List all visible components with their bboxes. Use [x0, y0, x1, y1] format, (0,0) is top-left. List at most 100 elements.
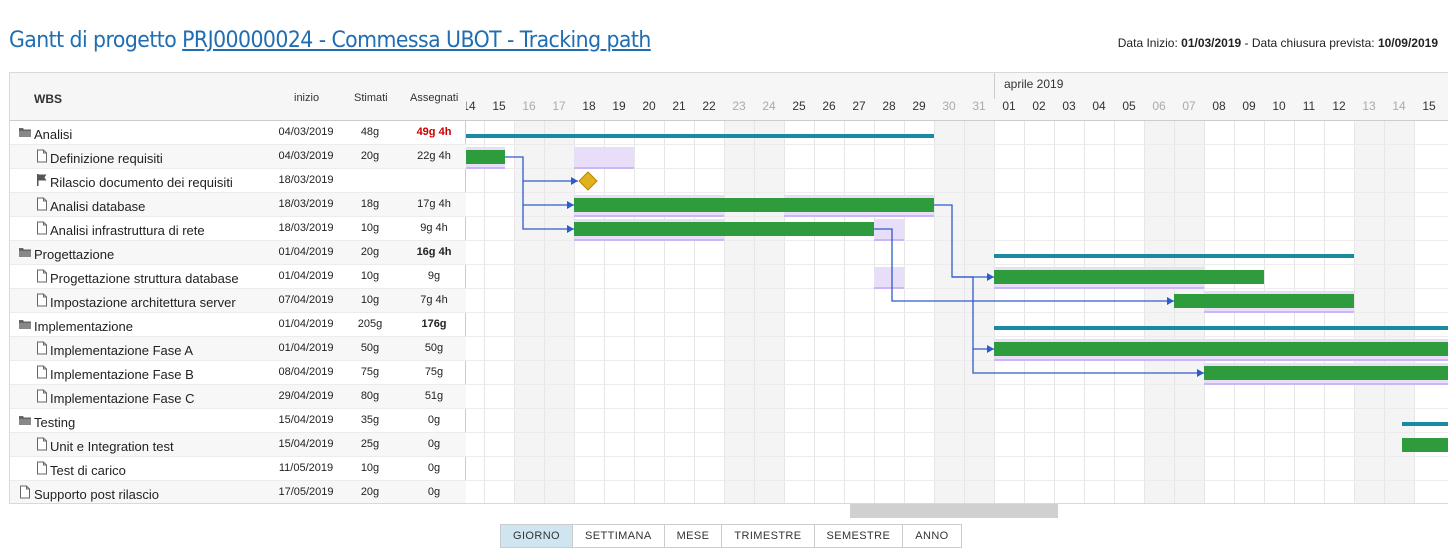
folder-icon: [19, 416, 31, 425]
project-dates: Data Inizio: 01/03/2019 - Data chiusura …: [1118, 36, 1438, 50]
task-assigned: 16g 4h: [416, 246, 452, 258]
task-row[interactable]: Implementazione Fase B 08/04/2019 75g 75g: [10, 361, 466, 385]
task-bar: [1174, 294, 1354, 308]
start-date-label: Data Inizio:: [1117, 36, 1182, 50]
summary-bar: [994, 254, 1354, 258]
task-grid-header: WBS inizio Stimati Assegnati: [10, 73, 466, 121]
task-assigned: 0g: [427, 486, 441, 498]
project-link[interactable]: PRJ00000024 - Commessa UBOT - Tracking p…: [182, 28, 651, 53]
task-bar: [1204, 366, 1448, 380]
zoom-anno[interactable]: ANNO: [903, 525, 961, 547]
task-name: Analisi database: [50, 199, 146, 214]
task-row[interactable]: Implementazione Fase A 01/04/2019 50g 50g: [10, 337, 466, 361]
col-start[interactable]: inizio: [294, 92, 319, 104]
task-name: Analisi: [34, 127, 73, 142]
planned-baseline: [1144, 359, 1174, 361]
task-name: Progettazione struttura database: [50, 271, 239, 286]
task-estimated: 18g: [360, 198, 380, 210]
gantt-page: Gantt di progetto PRJ00000024 - Commessa…: [0, 0, 1448, 549]
planned-baseline: [574, 167, 634, 169]
task-assigned: 51g: [424, 390, 444, 402]
task-row[interactable]: Impostazione architettura server 07/04/20…: [10, 289, 466, 313]
dependency-arrowhead: [571, 177, 578, 185]
task-start: 07/04/2019: [278, 294, 334, 306]
task-name: Testing: [34, 415, 76, 430]
task-estimated: 20g: [360, 486, 380, 498]
task-start: 04/03/2019: [278, 126, 334, 138]
summary-bar: [1402, 422, 1448, 426]
document-icon: [37, 197, 47, 211]
dependency-arrowhead: [567, 225, 574, 233]
gantt-bars: [466, 134, 1448, 452]
task-name: Impostazione architettura server: [50, 295, 236, 310]
zoom-semestre[interactable]: SEMESTRE: [814, 525, 904, 547]
dependency-arrowhead: [1167, 297, 1174, 305]
task-start: 15/04/2019: [278, 438, 334, 450]
task-name: Rilascio documento dei requisiti: [50, 175, 233, 190]
task-estimated: 80g: [360, 390, 380, 402]
task-assigned: 50g: [424, 342, 444, 354]
task-row[interactable]: Implementazione 01/04/2019 205g 176g: [10, 313, 466, 337]
summary-bar: [994, 326, 1448, 330]
task-row[interactable]: Analisi database 18/03/2019 18g 17g 4h: [10, 193, 466, 217]
dependency-link: [874, 228, 1174, 302]
task-assigned: 176g: [421, 318, 447, 330]
document-icon: [37, 389, 47, 403]
task-row[interactable]: Testing 15/04/2019 35g 0g: [10, 409, 466, 433]
col-wbs[interactable]: WBS: [34, 92, 62, 106]
folder-icon: [19, 128, 31, 137]
task-assigned: 9g 4h: [420, 222, 448, 234]
task-row[interactable]: Progettazione struttura database 01/04/20…: [10, 265, 466, 289]
task-row[interactable]: Analisi 04/03/2019 48g 49g 4h: [10, 121, 466, 145]
zoom-settimana[interactable]: SETTIMANA: [573, 525, 665, 547]
dependency-link: [952, 276, 994, 350]
dependency-link: [934, 204, 994, 278]
planned-baseline: [466, 167, 505, 169]
zoom-trimestre[interactable]: TRIMESTRE: [722, 525, 815, 547]
planned-block: [874, 267, 904, 287]
timeline: aprile 2019 1415161718192021222324252627…: [466, 73, 1448, 503]
task-row[interactable]: Supporto post rilascio 17/05/2019 20g 0g: [10, 481, 466, 503]
col-assigned[interactable]: Assegnati: [410, 92, 458, 104]
start-date-value: 01/03/2019: [1181, 36, 1242, 50]
task-row[interactable]: Analisi infrastruttura di rete 18/03/2019…: [10, 217, 466, 241]
dependency-link: [505, 156, 578, 182]
task-start: 04/03/2019: [278, 150, 334, 162]
planned-baseline: [1354, 383, 1444, 385]
task-start: 01/04/2019: [278, 246, 334, 258]
document-icon: [37, 149, 47, 163]
task-row[interactable]: Progettazione 01/04/2019 20g 16g 4h: [10, 241, 466, 265]
task-row[interactable]: Unit e Integration test 15/04/2019 25g 0g: [10, 433, 466, 457]
zoom-mese[interactable]: MESE: [664, 525, 723, 547]
task-assigned: 22g 4h: [417, 150, 451, 162]
title-prefix: Gantt di progetto: [9, 28, 183, 53]
dependency-link: [522, 205, 574, 230]
col-estimated[interactable]: Stimati: [354, 92, 388, 104]
task-start: 18/03/2019: [278, 198, 334, 210]
task-row[interactable]: Implementazione Fase C 29/04/2019 80g 51g: [10, 385, 466, 409]
task-start: 11/05/2019: [278, 462, 334, 474]
planned-baseline: [994, 287, 1204, 289]
zoom-giorno[interactable]: GIORNO: [501, 525, 574, 547]
task-estimated: 205g: [357, 318, 383, 330]
document-icon: [37, 437, 47, 451]
task-start: 15/04/2019: [278, 414, 334, 426]
document-icon: [37, 221, 47, 235]
planned-baseline: [874, 287, 904, 289]
task-estimated: 10g: [360, 462, 380, 474]
task-assigned: 75g: [424, 366, 444, 378]
task-bar: [574, 222, 874, 236]
task-row[interactable]: Test di carico 11/05/2019 10g 0g: [10, 457, 466, 481]
dates-separator: -: [1241, 36, 1252, 50]
task-bar: [574, 198, 934, 212]
page-title: Gantt di progetto PRJ00000024 - Commessa…: [9, 28, 651, 53]
task-row[interactable]: Definizione requisiti 04/03/2019 20g 22g 4h: [10, 145, 466, 169]
dependency-arrowhead: [987, 273, 994, 281]
task-row[interactable]: Rilascio documento dei requisiti 18/03/20…: [10, 169, 466, 193]
planned-baseline: [784, 215, 934, 217]
task-name: Definizione requisiti: [50, 151, 163, 166]
task-estimated: 25g: [360, 438, 380, 450]
task-assigned: 17g 4h: [417, 198, 451, 210]
horizontal-scrollbar[interactable]: [850, 504, 1058, 518]
folder-icon: [19, 248, 31, 257]
